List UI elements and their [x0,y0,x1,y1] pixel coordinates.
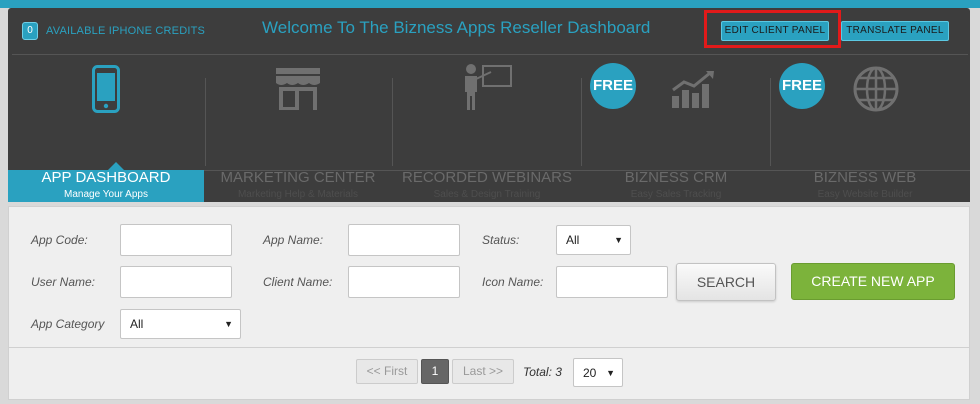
status-select-value: All [566,233,580,247]
client-name-label: Client Name: [263,275,333,289]
storefront-icon [274,66,322,117]
current-page-button[interactable]: 1 [421,359,449,384]
create-new-app-button[interactable]: CREATE NEW APP [791,263,955,300]
bar-chart-icon [670,70,716,115]
last-page-button[interactable]: Last >> [452,359,514,384]
client-name-input[interactable] [348,266,460,298]
nav-subtitle: Sales & Design Training [433,189,541,200]
icon-name-input[interactable] [556,266,668,298]
app-name-input[interactable] [348,224,460,256]
dashboard-header: 0 AVAILABLE IPHONE CREDITS Welcome To Th… [8,8,970,202]
total-count: Total: 3 [523,365,562,379]
per-page-select[interactable]: 20 ▼ [573,358,623,387]
nav-subtitle: Easy Website Builder [817,189,913,200]
search-button[interactable]: SEARCH [676,263,776,301]
chevron-down-icon: ▼ [606,368,615,378]
app-category-select[interactable]: All ▼ [120,309,241,339]
chevron-down-icon: ▼ [614,235,623,245]
presenter-icon [461,62,513,117]
app-category-select-value: All [130,317,144,331]
app-name-label: App Name: [263,233,324,247]
phone-icon [92,65,120,118]
nav-subtitle: Easy Sales Tracking [630,189,722,200]
nav-bizness-crm[interactable]: BIZNESS CRM Easy Sales Tracking [583,56,769,202]
nav-app-dashboard[interactable]: APP DASHBOARD Manage Your Apps [8,56,204,202]
nav-subtitle: Marketing Help & Materials [237,189,359,200]
chevron-down-icon: ▼ [224,319,233,329]
nav-subtitle: Manage Your Apps [64,189,148,200]
header-divider [12,54,968,55]
edit-client-panel-button[interactable]: EDIT CLIENT PANEL [721,21,829,41]
filter-panel: App Code: App Name: Status: All ▼ User N… [8,206,970,400]
nav-title: BIZNESS CRM [624,169,728,186]
globe-icon [852,65,900,118]
credits-count-badge: 0 [22,22,38,40]
user-name-label: User Name: [31,275,96,289]
app-code-label: App Code: [31,233,88,247]
first-page-button[interactable]: << First [356,359,418,384]
nav-divider [392,78,393,166]
status-label: Status: [482,233,520,247]
status-select[interactable]: All ▼ [556,225,631,255]
nav-marketing-center[interactable]: MARKETING CENTER Marketing Help & Materi… [206,56,390,202]
nav-bizness-web[interactable]: BIZNESS WEB Easy Website Builder [772,56,958,202]
nav-title: BIZNESS WEB [813,169,917,186]
icon-name-label: Icon Name: [482,275,544,289]
nav-recorded-webinars[interactable]: RECORDED WEBINARS Sales & Design Trainin… [394,56,580,202]
app-category-label: App Category [31,317,105,331]
nav-divider [581,78,582,166]
per-page-value: 20 [583,366,597,380]
credits-label: AVAILABLE IPHONE CREDITS [46,25,206,37]
panel-divider [9,347,969,348]
user-name-input[interactable] [120,266,232,298]
nav-title: MARKETING CENTER [220,169,376,186]
nav-title: RECORDED WEBINARS [401,169,573,186]
welcome-title: Welcome To The Bizness Apps Reseller Das… [262,18,651,37]
translate-panel-button[interactable]: TRANSLATE PANEL [841,21,949,41]
nav-title: APP DASHBOARD [41,169,171,186]
app-code-input[interactable] [120,224,232,256]
top-accent-strip [0,0,980,8]
nav-divider [770,78,771,166]
